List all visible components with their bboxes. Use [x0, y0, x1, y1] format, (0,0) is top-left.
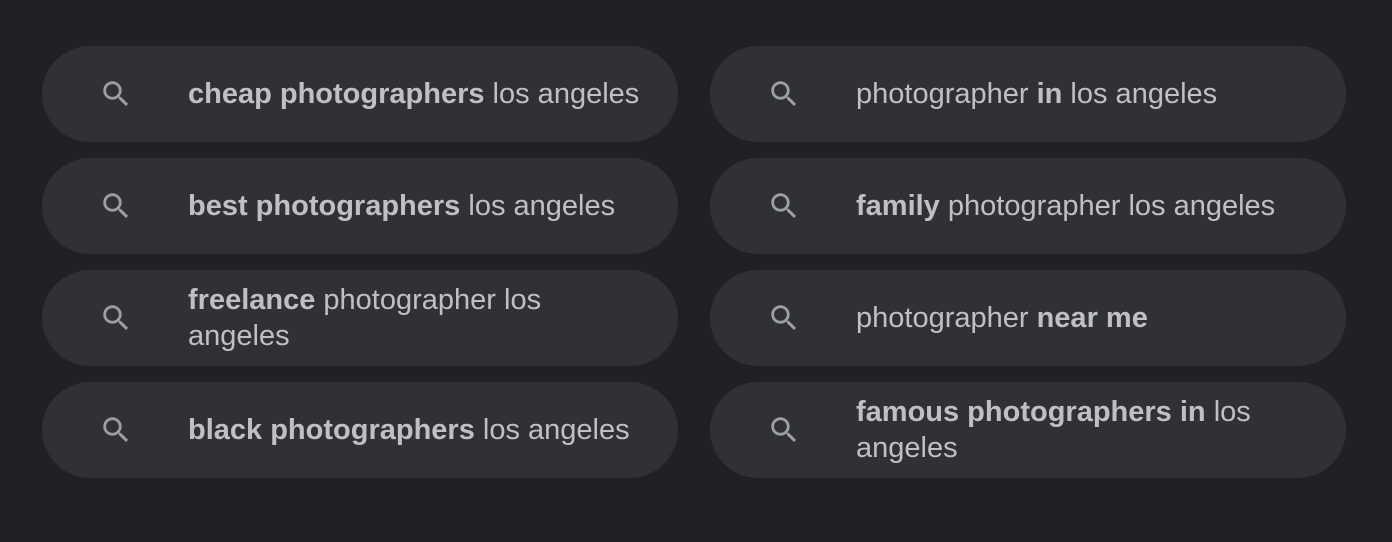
- suggestion-text: famous photographers in los angeles: [856, 394, 1346, 466]
- suggestion-text: best photographers los angeles: [188, 188, 651, 224]
- suggestion-text: black photographers los angeles: [188, 412, 666, 448]
- related-search-chip[interactable]: photographer in los angeles: [710, 46, 1346, 142]
- suggestion-text: photographer near me: [856, 300, 1184, 336]
- search-icon: [766, 300, 802, 336]
- suggestion-normal-part: photographer: [856, 78, 1037, 110]
- related-searches-grid: cheap photographers los angeles photogra…: [42, 46, 1346, 478]
- search-icon: [766, 76, 802, 112]
- related-search-chip[interactable]: famous photographers in los angeles: [710, 382, 1346, 478]
- suggestion-bold-part: family: [856, 190, 940, 222]
- suggestion-text: family photographer los angeles: [856, 188, 1311, 224]
- suggestion-bold-part: black photographers: [188, 414, 475, 446]
- related-search-chip[interactable]: freelance photographer los angeles: [42, 270, 678, 366]
- related-search-chip[interactable]: black photographers los angeles: [42, 382, 678, 478]
- suggestion-normal-part: los angeles: [474, 414, 630, 446]
- suggestion-text: photographer in los angeles: [856, 76, 1253, 112]
- search-icon: [766, 188, 802, 224]
- suggestion-bold-part: in: [1036, 78, 1063, 110]
- suggestion-normal-part: los angeles: [1062, 78, 1218, 110]
- suggestion-bold-part: freelance: [188, 284, 316, 316]
- search-icon: [98, 412, 134, 448]
- suggestion-normal-part: los angeles: [484, 78, 640, 110]
- suggestion-bold-part: best photographers: [188, 190, 461, 222]
- suggestion-bold-part: near me: [1036, 302, 1148, 334]
- search-icon: [98, 76, 134, 112]
- related-search-chip[interactable]: photographer near me: [710, 270, 1346, 366]
- suggestion-text: freelance photographer los angeles: [188, 282, 678, 354]
- suggestion-bold-part: cheap photographers: [188, 78, 485, 110]
- suggestion-normal-part: photographer los angeles: [939, 190, 1276, 222]
- related-search-chip[interactable]: best photographers los angeles: [42, 158, 678, 254]
- related-search-chip[interactable]: cheap photographers los angeles: [42, 46, 678, 142]
- search-icon: [766, 412, 802, 448]
- suggestion-bold-part: famous photographers in: [856, 396, 1206, 428]
- search-icon: [98, 188, 134, 224]
- suggestion-normal-part: photographer: [856, 302, 1037, 334]
- search-icon: [98, 300, 134, 336]
- related-search-chip[interactable]: family photographer los angeles: [710, 158, 1346, 254]
- suggestion-normal-part: los angeles: [460, 190, 616, 222]
- suggestion-text: cheap photographers los angeles: [188, 76, 675, 112]
